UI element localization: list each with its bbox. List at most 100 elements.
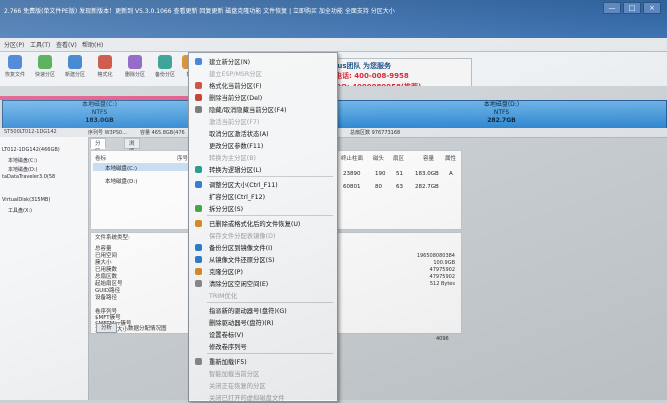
tab-browse-files[interactable]: 浏览文件 <box>124 138 140 171</box>
menu-item-icon <box>195 280 202 287</box>
row-c-attr: A <box>449 171 453 177</box>
menu-item-label: 建立ESP/MSR分区 <box>209 71 262 78</box>
context-menu-item: TRIM优化 <box>189 290 337 301</box>
col-capacity: 容量 <box>423 156 435 162</box>
menu-item-label: 设置卷标(V) <box>209 332 244 339</box>
menu-separator <box>207 302 333 303</box>
menu-item-label: 转换为主分区(B) <box>209 155 257 162</box>
row-d-name[interactable]: 本地磁盘(D:) <box>105 177 137 185</box>
row-d-head: 80 <box>375 184 382 190</box>
context-menu-item[interactable]: 重新加载(F5) <box>189 356 337 367</box>
partition-d-block[interactable]: 本地磁盘(D:) NTFS 282.7GB <box>336 100 667 130</box>
row-c-name[interactable]: 本地磁盘(C:) <box>105 164 137 172</box>
row-c-head: 190 <box>375 171 386 177</box>
fs-label: 设备路径 <box>95 295 118 301</box>
tool-label: 新建分区 <box>64 72 85 78</box>
menu-item-icon <box>195 181 202 188</box>
restore-files-button[interactable]: 恢复文件 <box>2 55 28 78</box>
context-menu-item[interactable]: 删除当前分区(Del) <box>189 92 337 103</box>
backup-partition-button[interactable]: 备份分区 <box>152 55 178 78</box>
menu-view[interactable]: 查看(V) <box>56 40 77 49</box>
partition-size: 282.7GB <box>487 117 516 124</box>
maximize-button[interactable]: □ <box>623 2 641 14</box>
disk-model: ST500LT012-1DG142 <box>4 129 57 135</box>
menu-item-icon <box>195 268 202 275</box>
menu-item-icon <box>195 82 202 89</box>
context-menu-item[interactable]: 指派新的驱动器号(盘符)(G) <box>189 305 337 316</box>
menu-item-label: 删除当前分区(Del) <box>209 95 263 102</box>
tab-partition-params[interactable]: 分区参数 <box>90 138 106 171</box>
new-partition-icon <box>68 55 82 69</box>
menu-item-icon <box>195 256 202 263</box>
menu-item-label: 保存文件分配表镜像(D) <box>209 233 276 240</box>
delete-partition-button[interactable]: 删除分区 <box>122 55 148 78</box>
tool-label: 备份分区 <box>154 72 175 78</box>
menu-help[interactable]: 帮助(H) <box>82 40 103 49</box>
menu-separator <box>207 176 333 177</box>
context-menu-item[interactable]: 建立新分区(N) <box>189 56 337 67</box>
tree-disk-0[interactable]: LT012-1DG142(466GB) <box>2 147 60 153</box>
disk-serial: 序列号 W3PS0... <box>88 130 127 136</box>
menu-bar: 分区(P) 工具(T) 查看(V) 帮助(H) <box>0 38 667 52</box>
menu-item-label: 重新加载(F5) <box>209 359 247 366</box>
menu-item-label: 激活当前分区(F7) <box>209 119 260 126</box>
minimize-button[interactable]: — <box>603 2 621 14</box>
context-menu-item[interactable]: 更改分区参数(F11) <box>189 140 337 151</box>
quick-partition-button[interactable]: 快速分区 <box>32 55 58 78</box>
context-menu-item[interactable]: 转换为逻辑分区(L) <box>189 164 337 175</box>
context-menu-item[interactable]: 取消分区激活状态(A) <box>189 128 337 139</box>
context-menu-item[interactable]: 备份分区到镜像文件(I) <box>189 242 337 253</box>
tree-tool-disk[interactable]: 工具盘(X:) <box>8 207 32 214</box>
context-menu-item[interactable]: 隐藏/取消隐藏当前分区(F4) <box>189 104 337 115</box>
menu-item-label: 删除驱动器号(盘符)(R) <box>209 320 274 327</box>
context-menu-item[interactable]: 从镜像文件还原分区(S) <box>189 254 337 265</box>
menu-item-label: 隐藏/取消隐藏当前分区(F4) <box>209 107 287 114</box>
menu-item-label: 取消分区激活状态(A) <box>209 131 269 138</box>
menu-item-icon <box>195 166 202 173</box>
fs-value: 100.9GB <box>433 260 455 266</box>
tree-partition-c[interactable]: 本地磁盘(C:) <box>8 157 37 164</box>
context-menu-item[interactable]: 设置卷标(V) <box>189 329 337 340</box>
context-menu-item[interactable]: 克隆分区(P) <box>189 266 337 277</box>
menu-item-label: 转换为逻辑分区(L) <box>209 167 262 174</box>
partition-fs: NTFS <box>493 109 510 116</box>
context-menu-item[interactable]: 删除驱动器号(盘符)(R) <box>189 317 337 328</box>
partition-name: 本地磁盘(D:) <box>483 101 520 108</box>
menu-item-label: 扩容分区(Ctrl_F12) <box>209 194 266 201</box>
context-menu-item: 转换为主分区(B) <box>189 152 337 163</box>
context-menu-item[interactable]: 已删除或格式化后的文件恢复(U) <box>189 218 337 229</box>
new-partition-button[interactable]: 新建分区 <box>62 55 88 78</box>
partition-c-block[interactable]: 本地磁盘(C:) NTFS 183.0GB <box>2 100 197 130</box>
row-d-size: 282.7GB <box>415 184 439 190</box>
row-d-end: 60801 <box>343 184 361 190</box>
context-menu-item[interactable]: 调整分区大小(Ctrl_F11) <box>189 179 337 190</box>
context-menu-item: 保存文件分配表镜像(D) <box>189 230 337 241</box>
analyze-button[interactable]: 分析 <box>96 323 118 333</box>
fs-value: 47975902 <box>429 267 455 273</box>
tree-partition-d[interactable]: 本地磁盘(D:) <box>8 166 37 173</box>
menu-tools[interactable]: 工具(T) <box>30 40 50 49</box>
format-button[interactable]: 格式化 <box>92 55 118 78</box>
context-menu-item: 关闭正在恢复的分区 <box>189 380 337 391</box>
menu-partition[interactable]: 分区(P) <box>4 40 24 49</box>
context-menu: 建立新分区(N) 建立ESP/MSR分区格式化当前分区(F) 删除当前分区(Del)… <box>188 52 338 402</box>
menu-item-label: 修改卷序列号 <box>209 344 247 351</box>
context-menu-item[interactable]: 拆分分区(S) <box>189 203 337 214</box>
context-menu-item[interactable]: 清除分区空闲空间(E) <box>189 278 337 289</box>
menu-item-label: 拆分分区(S) <box>209 206 244 213</box>
close-button[interactable]: × <box>643 2 661 14</box>
col-head: 磁头 <box>373 156 385 162</box>
partition-fs: NTFS <box>91 109 108 116</box>
fs-footer-value: 4096 <box>436 336 449 342</box>
context-menu-item[interactable]: 格式化当前分区(F) <box>189 80 337 91</box>
menu-item-label: 从镜像文件还原分区(S) <box>209 257 275 264</box>
partition-name: 本地磁盘(C:) <box>82 101 117 108</box>
tool-label: 恢复文件 <box>4 72 25 78</box>
context-menu-item[interactable]: 扩容分区(Ctrl_F12) <box>189 191 337 202</box>
tree-virtual-disk[interactable]: VirtualDisk(315MB) <box>2 197 50 203</box>
tree-usb-disk[interactable]: taDataTraveler3.0(58 <box>2 174 55 180</box>
menu-separator <box>207 215 333 216</box>
menu-item-label: 建立新分区(N) <box>209 59 251 66</box>
menu-item-label: 备份分区到镜像文件(I) <box>209 245 273 252</box>
context-menu-item[interactable]: 修改卷序列号 <box>189 341 337 352</box>
